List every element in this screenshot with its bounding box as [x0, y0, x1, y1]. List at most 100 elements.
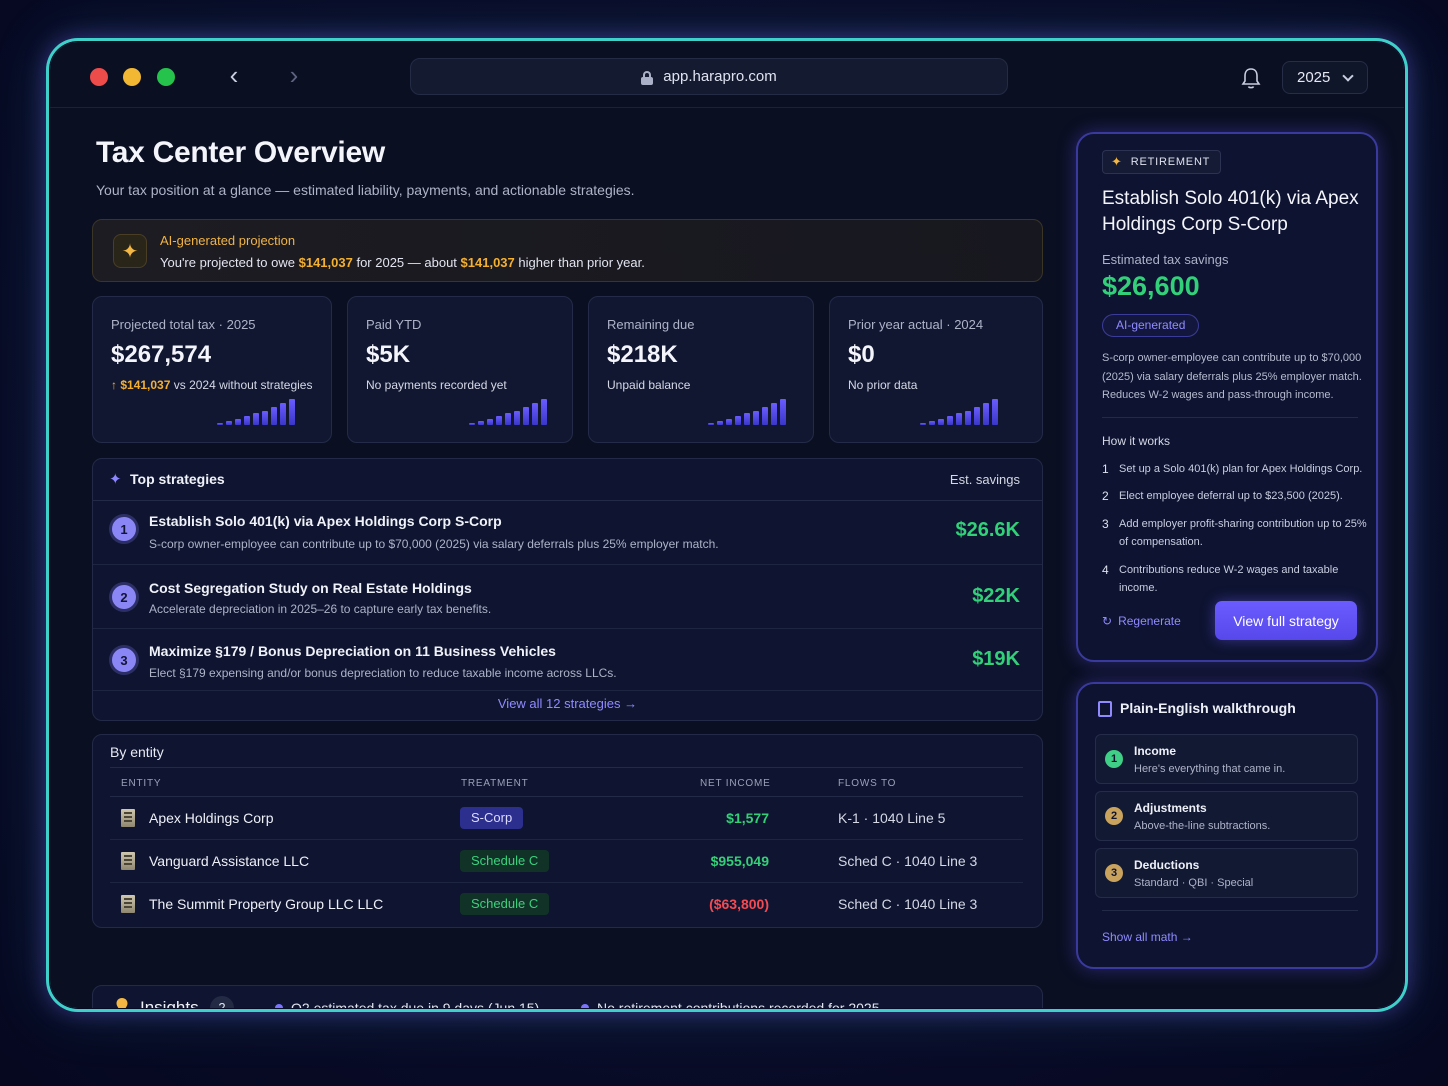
show-all-math-link[interactable]: Show all math →: [1102, 930, 1193, 944]
sparkline-bar: [717, 421, 723, 425]
table-row[interactable]: The Summit Property Group LLC LLC Schedu…: [110, 883, 1023, 926]
stat-card-paid-ytd[interactable]: Paid YTD $5K No payments recorded yet: [347, 296, 573, 443]
insights-title: Insights: [140, 998, 199, 1010]
minimize-window-button[interactable]: [123, 68, 141, 86]
sparkline-bar: [469, 423, 475, 425]
stat-card-remaining-due[interactable]: Remaining due $218K Unpaid balance: [588, 296, 814, 443]
sparkline-bar: [974, 407, 980, 425]
table-row[interactable]: Apex Holdings Corp S-Corp $1,577 K-1 · 1…: [110, 797, 1023, 840]
entity-table-header: ENTITY TREATMENT NET INCOME FLOWS TO: [110, 767, 1023, 797]
strategy-card-title: Establish Solo 401(k) via Apex Holdings …: [1102, 188, 1359, 235]
sparkle-icon: ✦: [1111, 154, 1123, 169]
stat-card-projected-tax[interactable]: Projected total tax · 2025 $267,574 ↑ $1…: [92, 296, 332, 443]
estimated-savings-label: Estimated tax savings: [1102, 252, 1229, 267]
strategy-savings: $26.6K: [955, 519, 1021, 541]
chevron-down-icon: [1342, 69, 1355, 82]
sparkline-bar: [708, 423, 714, 425]
arrow-right-icon: →: [624, 696, 638, 711]
table-row[interactable]: Vanguard Assistance LLC Schedule C $955,…: [110, 840, 1023, 883]
stat-note-text: vs 2024 without strategies: [170, 378, 313, 392]
step-number: 2: [1102, 489, 1109, 503]
stat-note-amount: $141,037: [120, 378, 171, 392]
ai-generated-chip: AI-generated: [1102, 314, 1200, 337]
walkthrough-item-deductions[interactable]: 3 Deductions Standard · QBI · Special: [1095, 848, 1358, 898]
ai-text-mid: for 2025 — about: [352, 255, 461, 270]
sparkline-chart: [920, 399, 998, 425]
sparkline-bar: [780, 399, 786, 425]
sparkline-bar: [514, 411, 520, 425]
sparkline-bar: [532, 403, 538, 425]
arrow-up-icon: ↑: [111, 378, 121, 392]
sparkline-bar: [487, 419, 493, 425]
column-header-treatment: TREATMENT: [461, 778, 529, 789]
strategy-card-description: S-corp owner-employee can contribute up …: [1102, 352, 1362, 401]
sparkline-bar: [983, 403, 989, 425]
insight-item[interactable]: Q2 estimated tax due in 9 days (Jun 15): [275, 1000, 539, 1008]
browser-window: ‹ › app.harapro.com 2025 Tax Center Over…: [48, 40, 1406, 1010]
step-text: Contributions reduce W-2 wages and taxab…: [1119, 564, 1339, 594]
ai-projection-label: AI-generated projection: [160, 233, 296, 248]
walkthrough-item-income[interactable]: 1 Income Here's everything that came in.: [1095, 734, 1358, 784]
sparkline-bar: [735, 416, 741, 425]
sparkle-icon: ✦: [109, 471, 122, 488]
insight-item[interactable]: No retirement contributions recorded for…: [581, 1000, 879, 1008]
stat-card-prior-year[interactable]: Prior year actual · 2024 $0 No prior dat…: [829, 296, 1043, 443]
back-arrow-icon[interactable]: ‹: [220, 62, 248, 90]
sparkline-bar: [289, 399, 295, 425]
maximize-window-button[interactable]: [157, 68, 175, 86]
bullet-dot-icon: [581, 1004, 589, 1008]
view-all-label: View all 12 strategies: [497, 696, 621, 711]
walkthrough-item-desc: Above-the-line subtractions.: [1134, 820, 1271, 832]
step-text: Add employer profit-sharing contribution…: [1119, 518, 1367, 548]
step-text: Set up a Solo 401(k) plan for Apex Holdi…: [1119, 463, 1363, 475]
how-step: 3 Add employer profit-sharing contributio…: [1102, 515, 1368, 551]
strategy-row[interactable]: 2 Cost Segregation Study on Real Estate …: [93, 565, 1042, 629]
regenerate-button[interactable]: ↻ Regenerate: [1102, 614, 1181, 628]
sparkline-chart: [217, 399, 295, 425]
retirement-strategy-card: ✦ RETIREMENT Establish Solo 401(k) via Ap…: [1076, 132, 1378, 662]
view-full-strategy-button[interactable]: View full strategy: [1215, 601, 1357, 640]
by-entity-panel: By entity ENTITY TREATMENT NET INCOME FL…: [92, 734, 1043, 928]
stat-label: Remaining due: [607, 317, 695, 332]
sparkline-bar: [523, 407, 529, 425]
sparkline-bar: [226, 421, 232, 425]
sparkline-bar: [771, 403, 777, 425]
year-select[interactable]: 2025: [1282, 61, 1368, 94]
sparkline-bar: [947, 416, 953, 425]
column-header-net-income: NET INCOME: [700, 778, 771, 789]
sparkline-bar: [478, 421, 484, 425]
increase-amount: $141,037: [460, 255, 515, 270]
stat-value: $0: [848, 341, 875, 368]
forward-arrow-icon[interactable]: ›: [280, 62, 308, 90]
retirement-chip: ✦ RETIREMENT: [1102, 150, 1222, 174]
refresh-icon: ↻: [1102, 614, 1113, 628]
strategy-savings: $22K: [972, 585, 1020, 607]
view-all-strategies-link[interactable]: View all 12 strategies →: [93, 696, 1042, 711]
strategy-row[interactable]: 1 Establish Solo 401(k) via Apex Holding…: [93, 501, 1042, 565]
sparkline-bar: [280, 403, 286, 425]
strategy-number: 3: [112, 648, 136, 672]
stat-note: ↑ $141,037 vs 2024 without strategies: [111, 378, 312, 392]
net-income: $955,049: [710, 853, 769, 869]
treatment-badge: Schedule C: [460, 893, 550, 915]
stat-label: Prior year actual · 2024: [848, 317, 984, 332]
sparkline-bar: [262, 411, 268, 425]
close-window-button[interactable]: [90, 68, 108, 86]
entity-name: The Summit Property Group LLC LLC: [149, 896, 384, 912]
walkthrough-item-adjustments[interactable]: 2 Adjustments Above-the-line subtraction…: [1095, 791, 1358, 841]
page-title: Tax Center Overview: [96, 136, 385, 169]
address-bar[interactable]: app.harapro.com: [410, 58, 1008, 95]
sparkline-bar: [541, 399, 547, 425]
strategy-number: 2: [112, 585, 136, 609]
treatment-badge: S-Corp: [460, 807, 524, 829]
browser-titlebar: ‹ › app.harapro.com 2025: [50, 42, 1404, 108]
lock-icon: [641, 70, 654, 85]
strategy-row[interactable]: 3 Maximize §179 / Bonus Depreciation on …: [93, 629, 1042, 691]
bell-icon[interactable]: [1240, 66, 1262, 90]
bullet-dot-icon: [275, 1004, 283, 1008]
sparkline-chart: [469, 399, 547, 425]
stat-value: $267,574: [111, 341, 212, 368]
page-subtitle: Your tax position at a glance — estimate…: [96, 182, 635, 198]
ai-projection-text: You're projected to owe $141,037 for 202…: [160, 255, 645, 270]
est-savings-header: Est. savings: [949, 472, 1020, 487]
